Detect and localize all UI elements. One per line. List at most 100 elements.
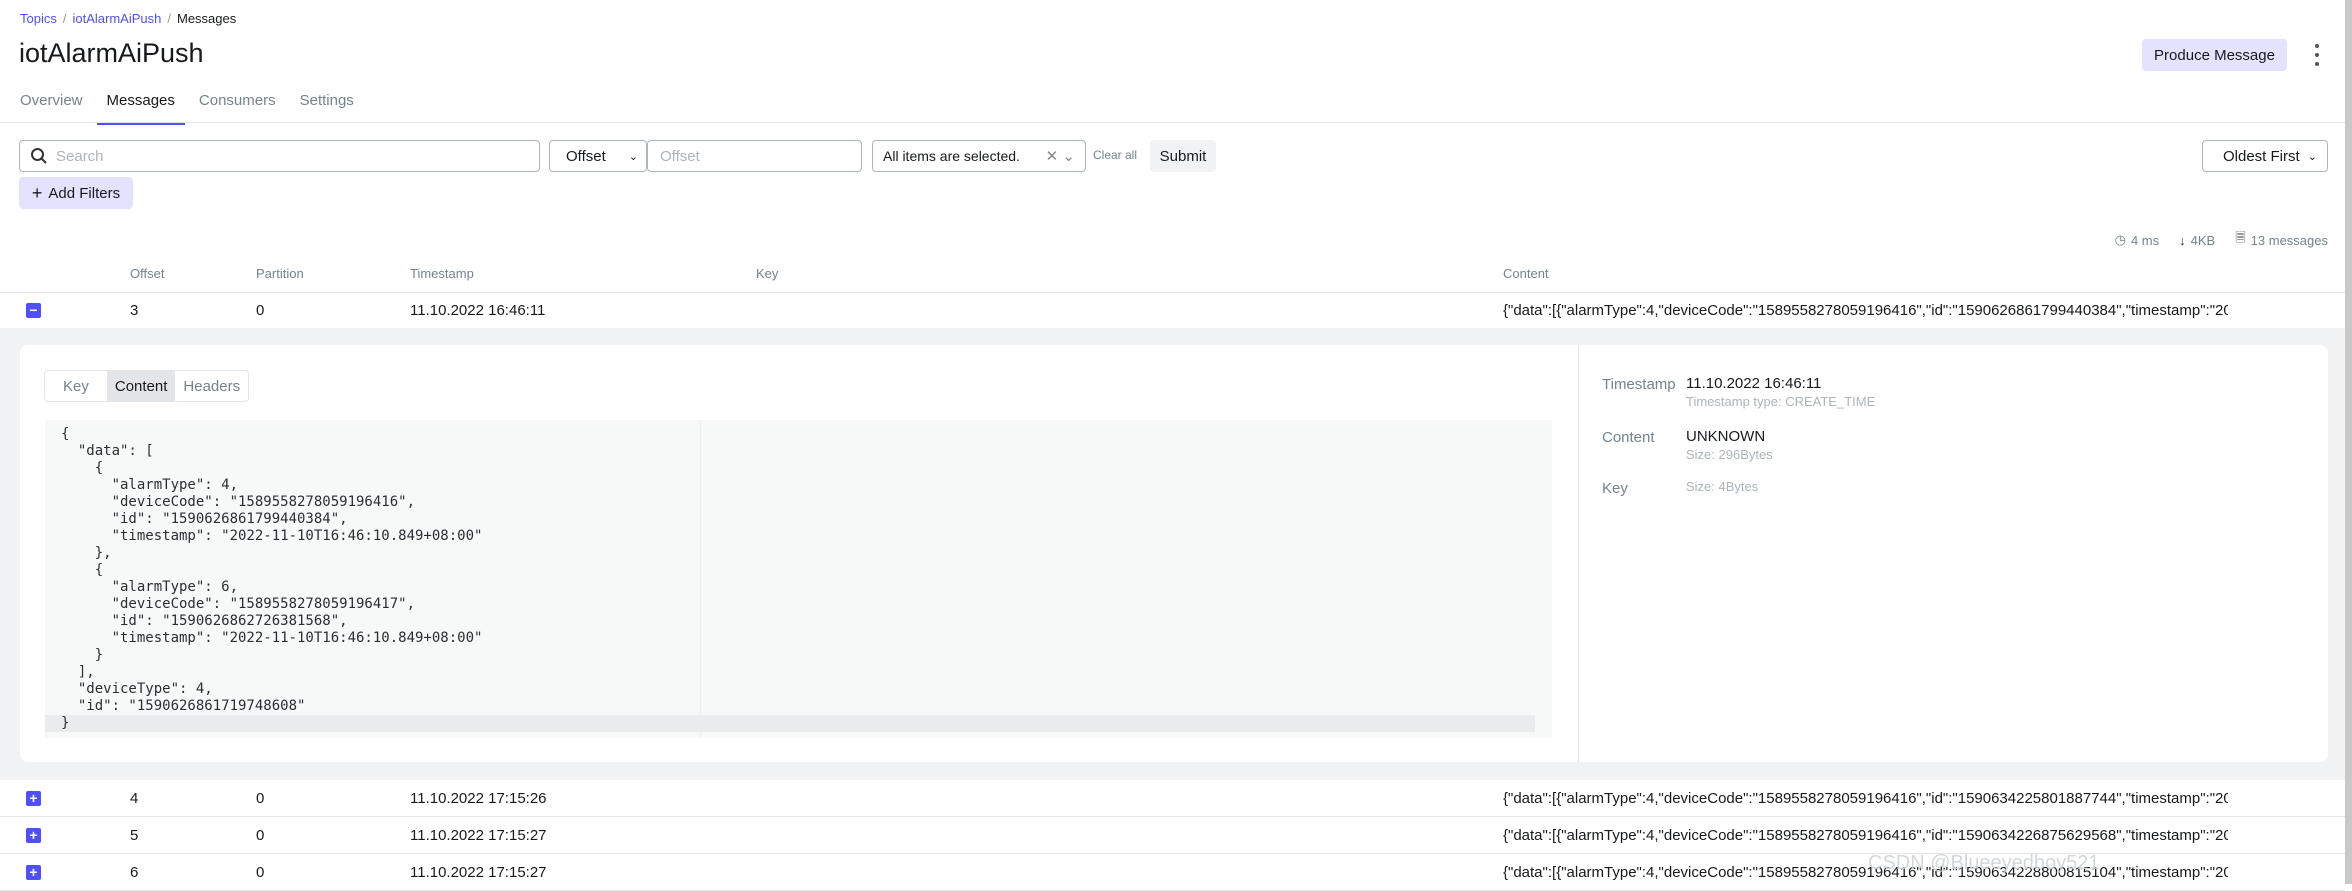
code-line: "timestamp": "2022-11-10T16:46:10.849+08…: [61, 630, 483, 646]
timestamp-value: 11.10.2022 16:46:11: [1686, 375, 1822, 392]
header-timestamp: Timestamp: [410, 266, 474, 281]
message-details: Key Content Headers { "data": [ { "alarm…: [0, 328, 2345, 780]
produce-message-button[interactable]: Produce Message: [2142, 39, 2287, 71]
table-row[interactable]: − 3 0 11.10.2022 16:46:11 {"data":[{"ala…: [0, 292, 2345, 329]
code-line: "deviceCode": "1589558278059196416",: [61, 494, 416, 510]
arrow-down-icon: ↓: [2179, 232, 2186, 248]
tab-overview[interactable]: Overview: [20, 92, 83, 125]
cell-partition: 0: [256, 302, 265, 319]
topic-tabs: Overview Messages Consumers Settings: [20, 92, 378, 125]
key-size: Size: 4Bytes: [1686, 479, 1759, 494]
code-line: "alarmType": 6,: [61, 579, 239, 595]
file-icon: 🗏: [2235, 230, 2246, 245]
submit-button[interactable]: Submit: [1150, 140, 1216, 172]
tab-settings[interactable]: Settings: [300, 92, 354, 125]
add-filters-label: Add Filters: [48, 184, 121, 202]
content-size: Size: 296Bytes: [1686, 447, 1773, 462]
json-viewer[interactable]: { "data": [ { "alarmType": 4, "deviceCod…: [45, 420, 1552, 738]
cell-content: {"data":[{"alarmType":4,"deviceCode":"15…: [1503, 790, 2228, 807]
table-row[interactable]: + 4 0 11.10.2022 17:15:26 {"data":[{"ala…: [0, 780, 2345, 817]
offset-input[interactable]: Offset: [647, 140, 862, 172]
header-content: Content: [1503, 266, 1549, 281]
code-line: "id": "1590626862726381568",: [61, 613, 348, 629]
key-label: Key: [1602, 480, 1628, 497]
cell-content: {"data":[{"alarmType":4,"deviceCode":"15…: [1503, 864, 2228, 881]
cell-offset: 5: [130, 827, 139, 844]
code-line: "id": "1590626861799440384",: [61, 511, 348, 527]
partitions-select[interactable]: All items are selected. ✕ ⌄: [872, 140, 1086, 172]
chevron-down-icon: ⌄: [2307, 150, 2317, 163]
tab-messages[interactable]: Messages: [96, 92, 185, 125]
collapse-icon[interactable]: −: [26, 303, 41, 318]
cell-offset: 3: [130, 302, 139, 319]
elapsed-time: 4 ms: [2130, 232, 2160, 248]
timestamp-type: Timestamp type: CREATE_TIME: [1686, 394, 1876, 409]
code-line: {: [61, 426, 70, 442]
cell-timestamp: 11.10.2022 17:15:27: [410, 864, 547, 881]
cell-timestamp: 11.10.2022 17:15:26: [410, 790, 547, 807]
expand-icon[interactable]: +: [26, 865, 41, 880]
cell-offset: 4: [130, 790, 139, 807]
cell-partition: 0: [256, 827, 265, 844]
pane-divider: [1578, 345, 1579, 762]
code-line: }: [45, 715, 1535, 732]
code-line: {: [61, 562, 104, 578]
offset-placeholder: Offset: [660, 147, 700, 165]
tab-headers[interactable]: Headers: [175, 371, 248, 401]
code-line: "deviceCode": "1589558278059196417",: [61, 596, 416, 612]
detail-tabs: Key Content Headers: [44, 370, 250, 402]
partitions-value: All items are selected.: [883, 148, 1020, 164]
code-line: "timestamp": "2022-11-10T16:46:10.849+08…: [61, 528, 483, 544]
table-header: Offset Partition Timestamp Key Content: [0, 266, 2345, 293]
code-line: }: [61, 647, 104, 663]
clock-icon: ◷: [2114, 232, 2126, 247]
tab-consumers[interactable]: Consumers: [199, 92, 276, 125]
breadcrumb-topics[interactable]: Topics: [20, 11, 57, 26]
more-options-icon[interactable]: [2312, 44, 2322, 66]
timestamp-label: Timestamp: [1602, 376, 1676, 393]
code-line: {: [61, 460, 104, 476]
table-row[interactable]: + 5 0 11.10.2022 17:15:27 {"data":[{"ala…: [0, 817, 2345, 854]
expand-icon[interactable]: +: [26, 828, 41, 843]
details-card: Key Content Headers { "data": [ { "alarm…: [20, 345, 2328, 762]
watermark: CSDN @Blueeyedboy521: [1868, 852, 2100, 874]
cell-content: {"data":[{"alarmType":4,"deviceCode":"15…: [1503, 302, 2228, 319]
add-filters-button[interactable]: + Add Filters: [19, 177, 133, 209]
breadcrumb-current: Messages: [176, 11, 237, 26]
cell-offset: 6: [130, 864, 139, 881]
code-line: "alarmType": 4,: [61, 477, 239, 493]
code-line: "deviceType": 4,: [61, 681, 213, 697]
divider: [0, 122, 2345, 123]
sort-select[interactable]: Oldest First ⌄: [2202, 140, 2328, 172]
cell-timestamp: 11.10.2022 17:15:27: [410, 827, 547, 844]
seek-type-select[interactable]: Offset ⌄: [549, 140, 647, 172]
expand-icon[interactable]: +: [26, 791, 41, 806]
code-line: ],: [61, 664, 95, 680]
clear-all-button[interactable]: Clear all: [1093, 148, 1137, 162]
header-offset: Offset: [130, 266, 165, 281]
chevron-down-icon: ⌄: [1062, 148, 1075, 165]
breadcrumb: Topics / iotAlarmAiPush / Messages: [20, 11, 237, 26]
content-label: Content: [1602, 429, 1655, 446]
code-line: "id": "1590626861719748608": [61, 698, 306, 714]
header-key: Key: [756, 266, 779, 281]
search-input[interactable]: Search: [19, 140, 540, 172]
tab-content[interactable]: Content: [106, 371, 176, 401]
cell-timestamp: 11.10.2022 16:46:11: [410, 302, 546, 319]
page-title: iotAlarmAiPush: [19, 38, 204, 68]
search-placeholder: Search: [56, 147, 104, 165]
code-line: "data": [: [61, 443, 154, 459]
message-count: 13 messages: [2250, 232, 2328, 248]
cell-partition: 0: [256, 864, 265, 881]
bytes-consumed: 4KB: [2190, 232, 2216, 248]
breadcrumb-topic[interactable]: iotAlarmAiPush: [72, 11, 161, 26]
search-icon: [31, 148, 47, 164]
content-type-value: UNKNOWN: [1686, 428, 1766, 445]
sort-value: Oldest First: [2223, 147, 2300, 165]
cell-content: {"data":[{"alarmType":4,"deviceCode":"15…: [1503, 827, 2228, 844]
clear-icon[interactable]: ✕: [1046, 148, 1059, 165]
scrollbar[interactable]: [2345, 0, 2352, 884]
tab-key[interactable]: Key: [45, 371, 107, 401]
code-line: },: [61, 545, 112, 561]
seek-type-value: Offset: [566, 147, 606, 165]
